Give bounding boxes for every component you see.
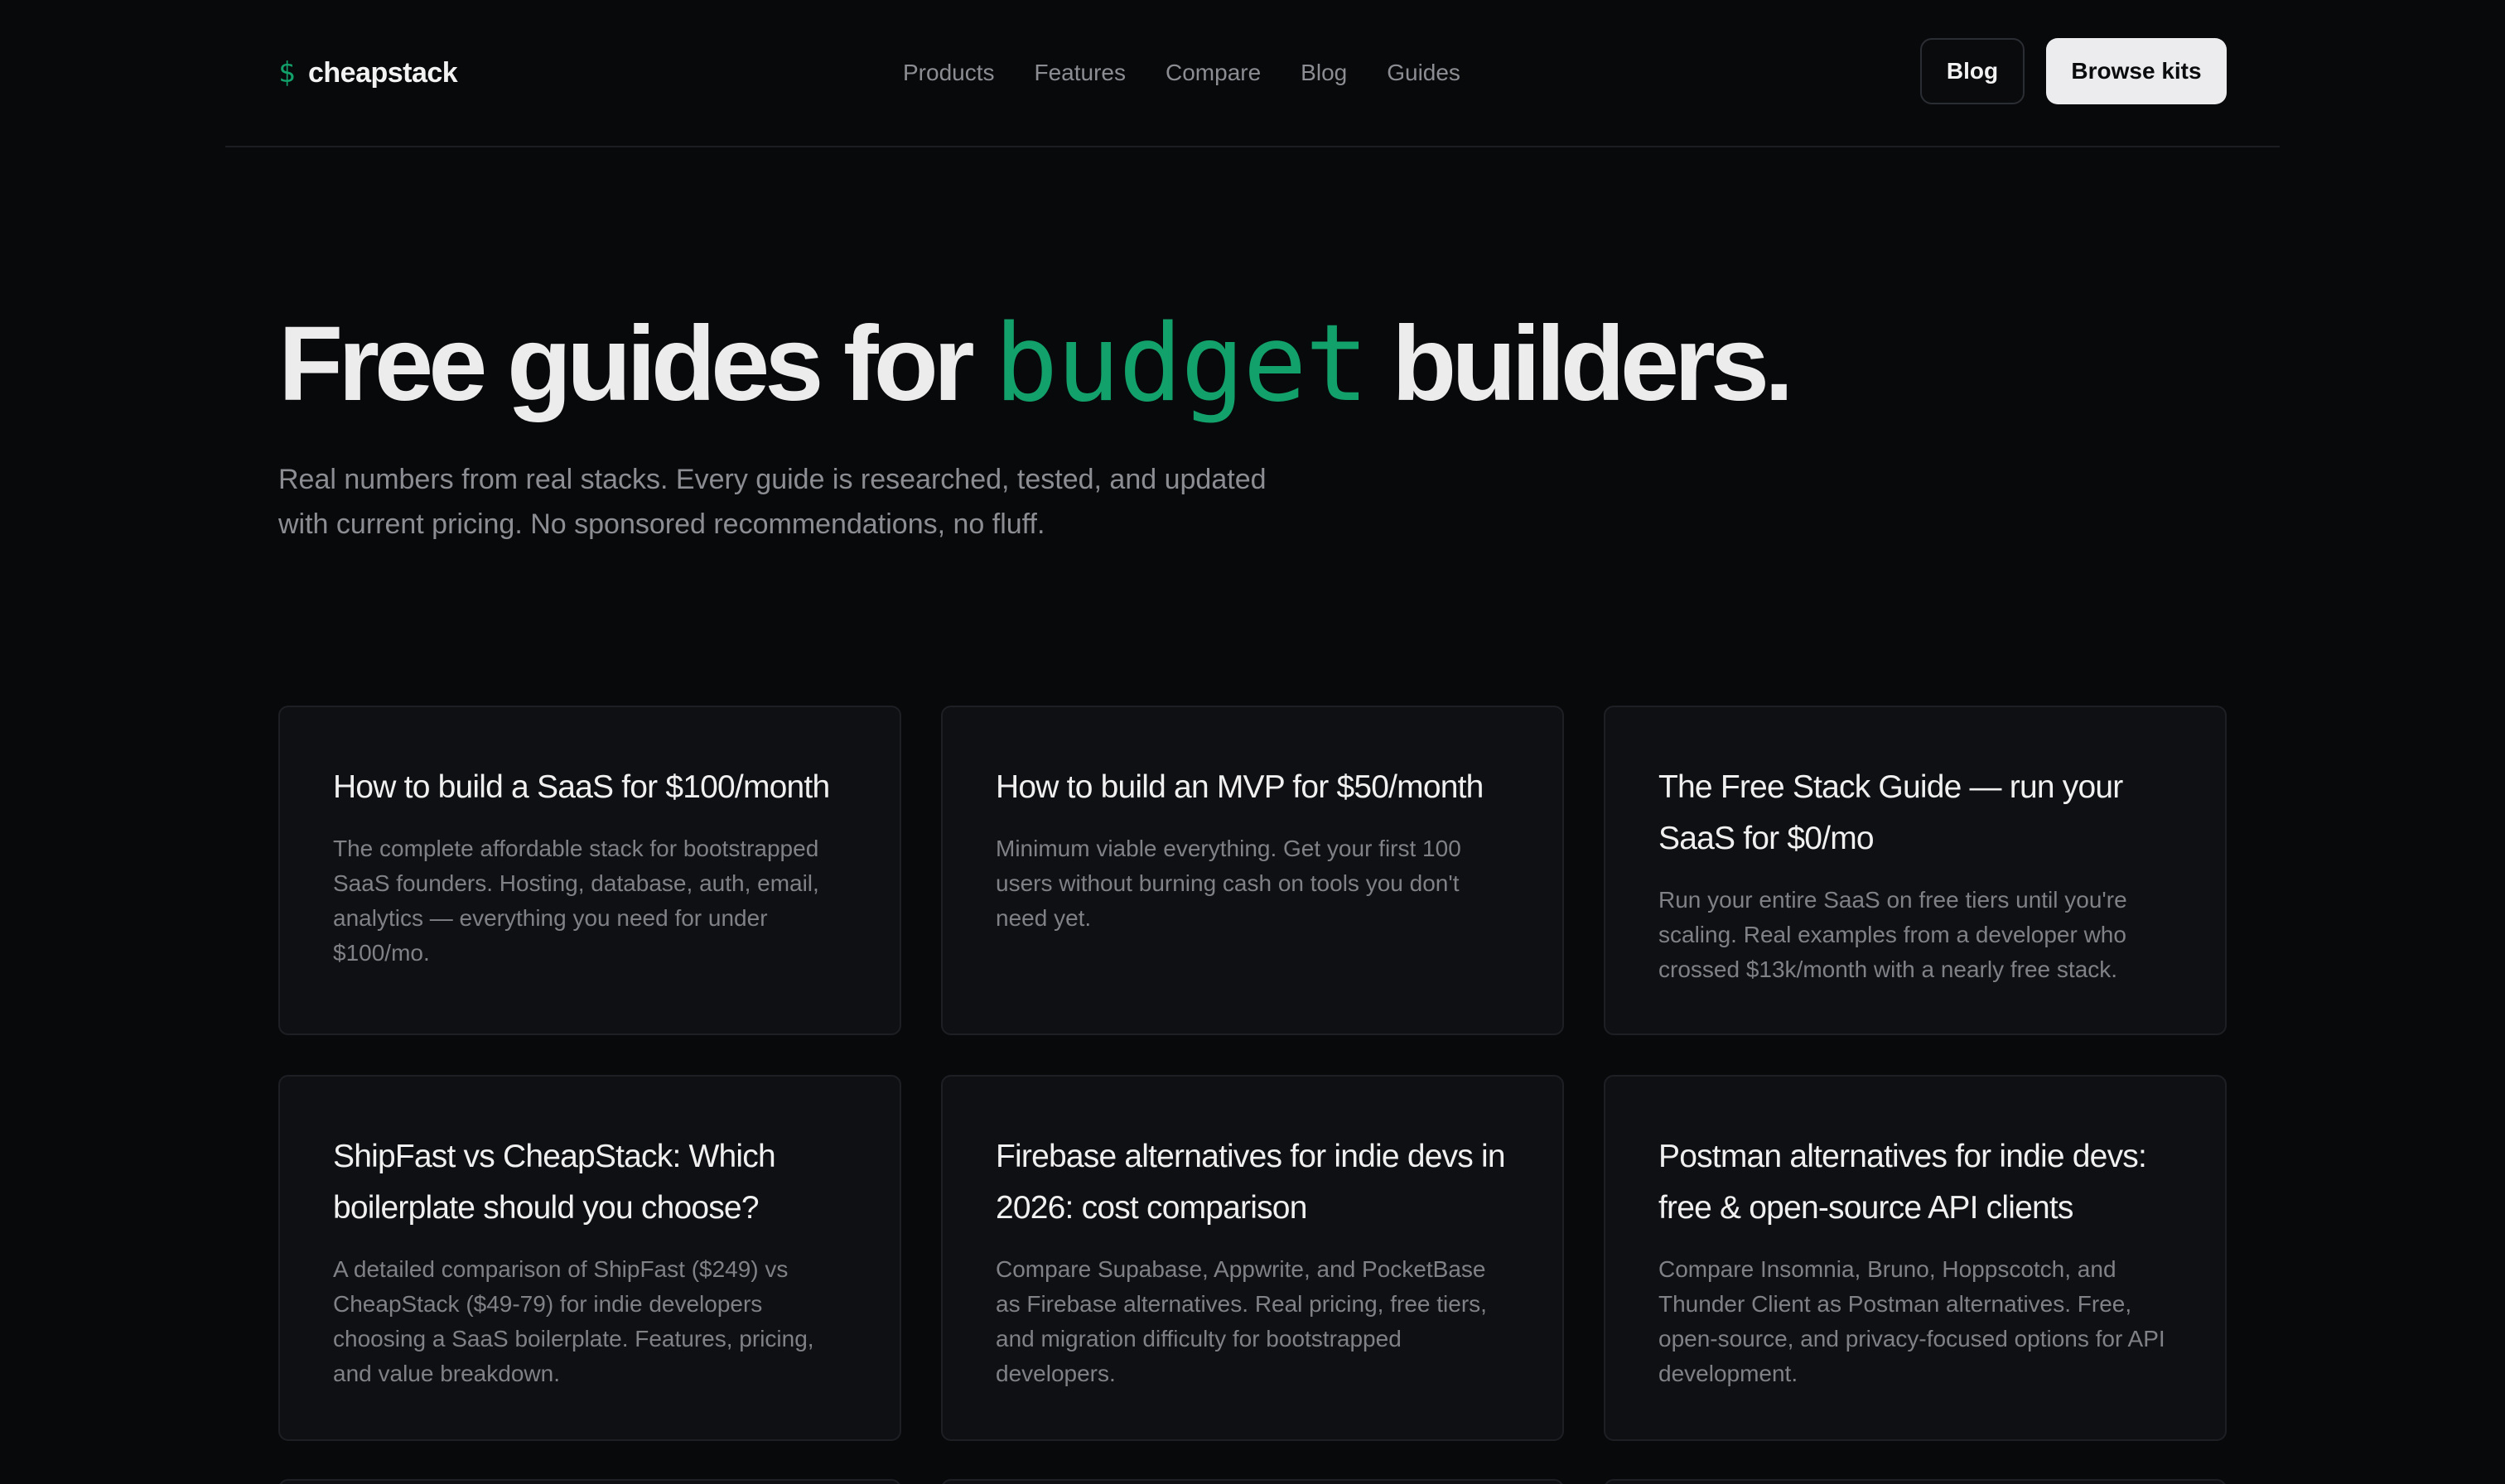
guide-card-description: A detailed comparison of ShipFast ($249)… bbox=[333, 1256, 814, 1386]
nav-link-products[interactable]: Products bbox=[903, 55, 995, 91]
guide-card-title: How to build an MVP for $50/month bbox=[996, 769, 1484, 805]
guide-card[interactable]: ShipFast vs CheapStack: Which boilerplat… bbox=[278, 1075, 901, 1441]
guide-card-title: The Free Stack Guide — run your SaaS for… bbox=[1658, 769, 2123, 856]
guide-card[interactable]: How to build a SaaS for $100/month The c… bbox=[278, 706, 901, 1035]
guide-card[interactable]: Postman alternatives for indie devs: fre… bbox=[1604, 1075, 2227, 1441]
page: $ cheapstack Products Features Compare B… bbox=[0, 0, 2505, 1484]
guide-card-title: How to build a SaaS for $100/month bbox=[333, 769, 830, 805]
guide-card-title: ShipFast vs CheapStack: Which boilerplat… bbox=[333, 1139, 776, 1226]
guide-card-partial[interactable] bbox=[941, 1479, 1564, 1484]
guide-card-title: Firebase alternatives for indie devs in … bbox=[996, 1139, 1506, 1226]
main-nav: Products Features Compare Blog Guides bbox=[903, 55, 1460, 91]
brand-logo[interactable]: $ cheapstack bbox=[278, 53, 458, 93]
nav-link-guides[interactable]: Guides bbox=[1387, 55, 1460, 91]
guide-card-description: Compare Insomnia, Bruno, Hoppscotch, and… bbox=[1658, 1256, 2165, 1386]
nav-link-features[interactable]: Features bbox=[1035, 55, 1127, 91]
dollar-icon: $ bbox=[278, 56, 295, 89]
hero-title-after: builders. bbox=[1367, 305, 1793, 423]
nav-link-blog[interactable]: Blog bbox=[1301, 55, 1347, 91]
hero-title-before: Free guides for bbox=[278, 305, 995, 423]
page-title: Free guides for budget builders. bbox=[278, 298, 1794, 431]
brand-name: cheapstack bbox=[307, 56, 458, 89]
browse-kits-button[interactable]: Browse kits bbox=[2046, 38, 2227, 104]
nav-link-compare[interactable]: Compare bbox=[1166, 55, 1261, 91]
blog-button[interactable]: Blog bbox=[1920, 38, 2025, 104]
guide-card-description: Minimum viable everything. Get your firs… bbox=[996, 836, 1461, 931]
hero-title-highlight: budget bbox=[994, 302, 1368, 426]
guide-card-description: Compare Supabase, Appwrite, and PocketBa… bbox=[996, 1256, 1487, 1386]
guide-card[interactable]: How to build an MVP for $50/month Minimu… bbox=[941, 706, 1564, 1035]
guide-card-description: The complete affordable stack for bootst… bbox=[333, 836, 819, 966]
guide-card-partial[interactable] bbox=[1604, 1479, 2227, 1484]
guide-card[interactable]: Firebase alternatives for indie devs in … bbox=[941, 1075, 1564, 1441]
guide-card-title: Postman alternatives for indie devs: fre… bbox=[1658, 1139, 2147, 1226]
guide-card-description: Run your entire SaaS on free tiers until… bbox=[1658, 887, 2127, 982]
hero-subtitle: Real numbers from real stacks. Every gui… bbox=[278, 464, 1267, 540]
header-actions: Blog Browse kits bbox=[1920, 38, 2227, 104]
guide-card-partial[interactable] bbox=[278, 1479, 901, 1484]
guides-grid: How to build a SaaS for $100/month The c… bbox=[278, 706, 2227, 1441]
site-header: $ cheapstack Products Features Compare B… bbox=[225, 0, 2280, 147]
guide-card[interactable]: The Free Stack Guide — run your SaaS for… bbox=[1604, 706, 2227, 1035]
